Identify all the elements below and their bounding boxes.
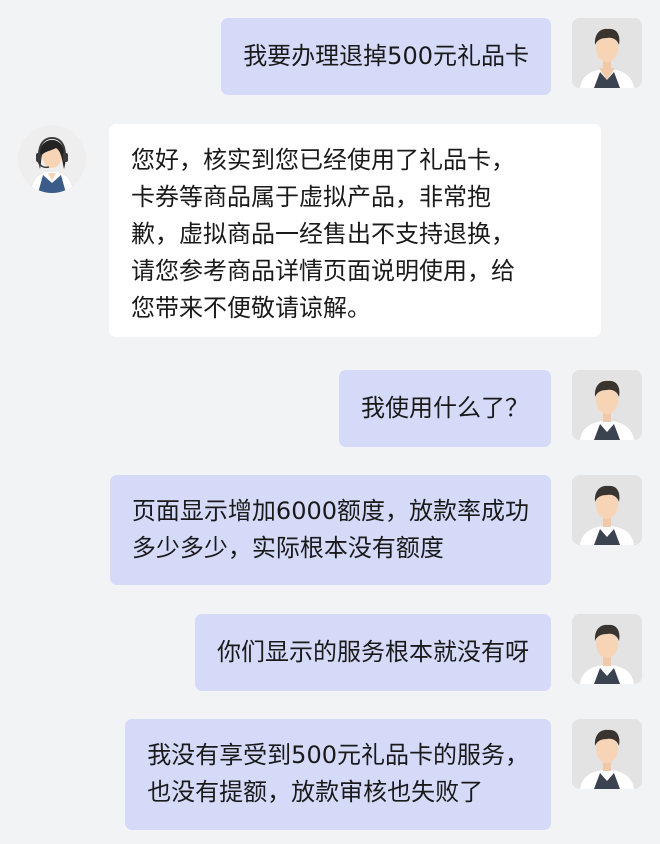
user-avatar-icon[interactable] <box>572 475 642 545</box>
message-text: 歉，虚拟商品一经售出不支持退换， <box>131 220 515 248</box>
message-text: 你们显示的服务根本就没有呀 <box>217 638 529 666</box>
message-text: 我使用什么了？ <box>361 394 529 422</box>
message-text: 也没有提额，放款审核也失败了 <box>147 778 484 806</box>
message-text: 您带来不便敬请谅解。 <box>131 294 371 322</box>
user-avatar-icon[interactable] <box>572 719 642 789</box>
message-text: 页面显示增加6000额度，放款率成功 <box>131 497 529 525</box>
message-text: 您好，核实到您已经使用了礼品卡， <box>131 146 515 174</box>
user-avatar-icon[interactable] <box>572 18 642 88</box>
user-avatar-icon[interactable] <box>572 614 642 684</box>
agent-message-bubble: 您好，核实到您已经使用了礼品卡， 卡券等商品属于虚拟产品，非常抱 歉，虚拟商品一… <box>109 124 601 337</box>
user-message-bubble: 我没有享受到500元礼品卡的服务， 也没有提额，放款审核也失败了 <box>125 719 551 830</box>
user-message-bubble: 我要办理退掉500元礼品卡 <box>221 18 551 95</box>
customer-service-agent-icon[interactable] <box>18 125 86 193</box>
user-message-bubble: 你们显示的服务根本就没有呀 <box>195 614 551 691</box>
message-text: 我要办理退掉500元礼品卡 <box>243 42 529 70</box>
message-text: 请您参考商品详情页面说明使用，给 <box>131 257 515 285</box>
message-text: 多少多少，实际根本没有额度 <box>131 534 444 562</box>
chat-window: 我要办理退掉500元礼品卡 您好，核实到您已经使用了礼品卡， 卡券等商品属于虚拟… <box>0 0 660 844</box>
message-text: 我没有享受到500元礼品卡的服务， <box>147 741 529 769</box>
user-message-bubble: 页面显示增加6000额度，放款率成功 多少多少，实际根本没有额度 <box>109 475 551 585</box>
user-message-bubble: 我使用什么了？ <box>339 370 551 447</box>
message-text: 卡券等商品属于虚拟产品，非常抱 <box>131 183 491 211</box>
user-avatar-icon[interactable] <box>572 370 642 440</box>
